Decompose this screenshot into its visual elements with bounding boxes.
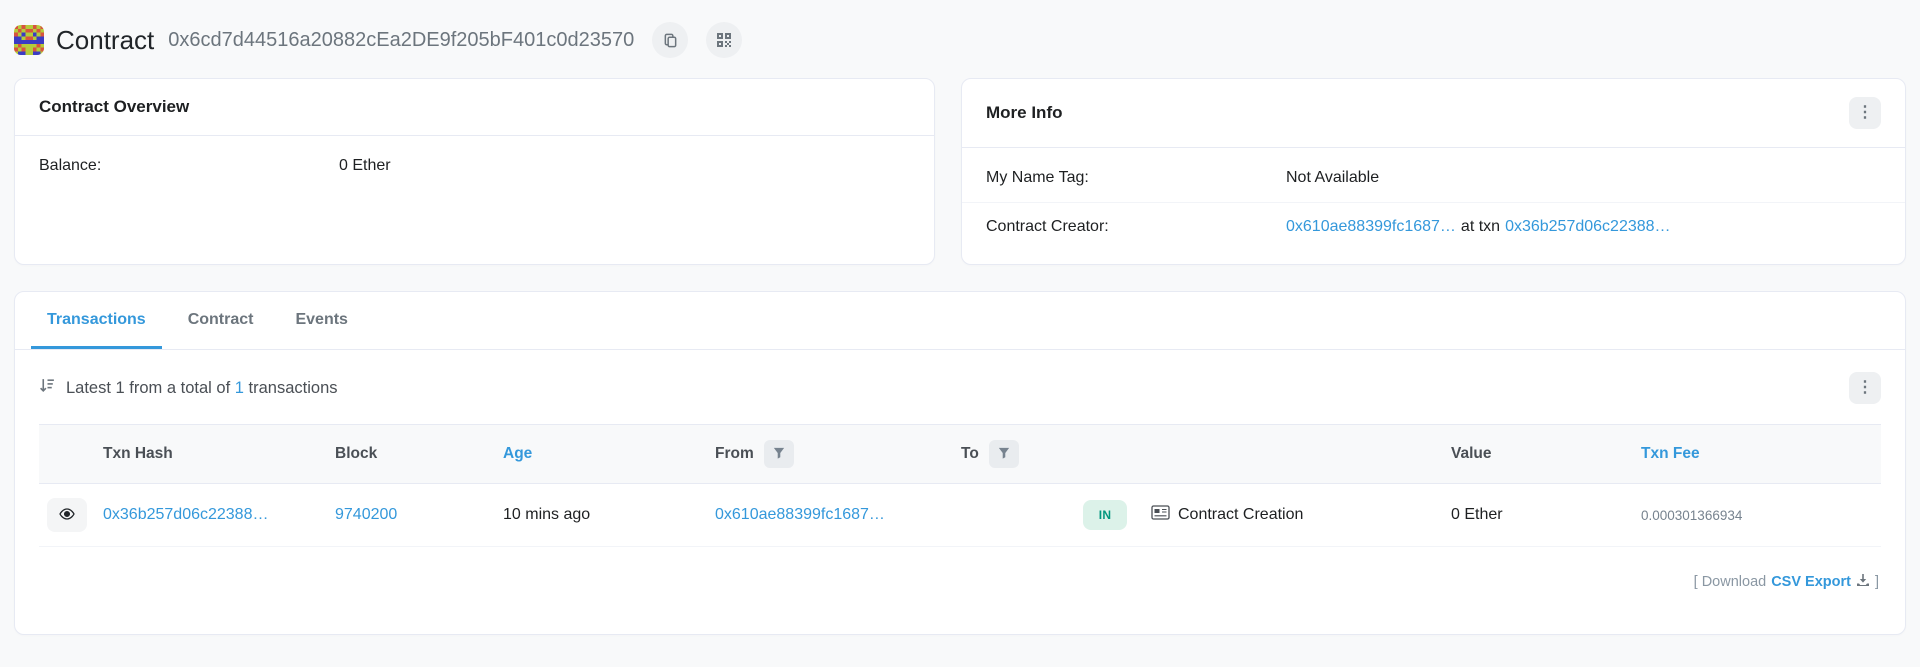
eye-icon xyxy=(59,508,75,523)
copy-icon xyxy=(663,33,678,48)
balance-value: 0 Ether xyxy=(339,157,391,175)
csv-export-link[interactable]: CSV Export xyxy=(1771,573,1870,591)
more-info-card: More Info ⋮ My Name Tag: Not Available C… xyxy=(961,78,1906,265)
to-filter-button[interactable] xyxy=(989,440,1019,468)
copy-address-button[interactable] xyxy=(652,22,688,58)
transactions-menu-button[interactable]: ⋮ xyxy=(1849,372,1881,404)
tab-events[interactable]: Events xyxy=(279,292,363,349)
summary-suffix: transactions xyxy=(249,379,338,397)
kebab-icon: ⋮ xyxy=(1857,105,1873,121)
balance-label: Balance: xyxy=(39,157,339,175)
contract-address: 0x6cd7d44516a20882cEa2DE9f205bF401c0d235… xyxy=(168,29,634,52)
balance-row: Balance: 0 Ether xyxy=(15,142,934,190)
col-value: Value xyxy=(1443,430,1633,478)
col-to-label: To xyxy=(961,445,979,463)
transaction-row: 0x36b257d06c22388… 9740200 10 mins ago 0… xyxy=(39,484,1881,547)
col-block: Block xyxy=(327,430,495,478)
to-value: Contract Creation xyxy=(1178,506,1303,524)
from-filter-button[interactable] xyxy=(764,440,794,468)
download-row: [ Download CSV Export ] xyxy=(39,573,1881,591)
creator-infix: at txn xyxy=(1461,218,1500,235)
more-info-header: More Info ⋮ xyxy=(962,79,1905,148)
name-tag-row: My Name Tag: Not Available xyxy=(962,154,1905,202)
more-info-title: More Info xyxy=(986,103,1063,123)
sort-amount-down-icon xyxy=(39,377,56,399)
tab-transactions[interactable]: Transactions xyxy=(31,292,162,349)
tab-bar: Transactions Contract Events xyxy=(15,292,1905,350)
col-from-label: From xyxy=(715,445,754,463)
more-info-menu-button[interactable]: ⋮ xyxy=(1849,97,1881,129)
cell-to: Contract Creation xyxy=(1143,491,1443,539)
transactions-summary-row: Latest 1 from a total of 1 transactions … xyxy=(39,372,1881,404)
blockie-icon xyxy=(14,25,44,55)
cell-age: 10 mins ago xyxy=(495,492,707,538)
creator-address-link[interactable]: 0x610ae88399fc1687… xyxy=(1286,218,1456,235)
row-actions xyxy=(39,484,95,546)
contract-creator-label: Contract Creator: xyxy=(986,218,1286,236)
transactions-content: Latest 1 from a total of 1 transactions … xyxy=(15,350,1905,591)
download-suffix: ] xyxy=(1875,574,1879,590)
kebab-icon: ⋮ xyxy=(1857,380,1873,396)
contract-overview-title: Contract Overview xyxy=(39,97,189,117)
filter-funnel-icon xyxy=(773,447,785,462)
page-header: Contract 0x6cd7d44516a20882cEa2DE9f205bF… xyxy=(0,0,1920,74)
from-address-link[interactable]: 0x610ae88399fc1687… xyxy=(715,506,885,524)
transactions-summary: Latest 1 from a total of 1 transactions xyxy=(39,377,338,399)
contract-overview-header: Contract Overview xyxy=(15,79,934,136)
qr-code-button[interactable] xyxy=(706,22,742,58)
age-toggle-link[interactable]: Age xyxy=(503,445,532,463)
direction-in-badge: IN xyxy=(1083,500,1127,530)
cell-block: 9740200 xyxy=(327,492,495,538)
cell-from: 0x610ae88399fc1687… xyxy=(707,492,1075,538)
header-spacer xyxy=(39,439,95,469)
col-age: Age xyxy=(495,430,707,478)
filter-funnel-icon xyxy=(998,447,1010,462)
transactions-table-header: Txn Hash Block Age From To xyxy=(39,424,1881,484)
more-info-body: My Name Tag: Not Available Contract Crea… xyxy=(962,148,1905,257)
summary-prefix: Latest 1 from a total of xyxy=(66,379,230,397)
contract-overview-body: Balance: 0 Ether xyxy=(15,136,934,196)
name-tag-label: My Name Tag: xyxy=(986,169,1286,187)
page-title: Contract xyxy=(56,25,154,56)
col-txn-hash: Txn Hash xyxy=(95,430,327,478)
tab-contract[interactable]: Contract xyxy=(172,292,270,349)
top-cards-row: Contract Overview Balance: 0 Ether More … xyxy=(14,78,1906,265)
contract-creator-row: Contract Creator: 0x610ae88399fc1687… at … xyxy=(962,202,1905,251)
transactions-card: Transactions Contract Events Latest 1 fr… xyxy=(14,291,1906,635)
download-prefix: [ Download xyxy=(1694,574,1767,590)
block-link[interactable]: 9740200 xyxy=(335,506,397,524)
col-to: To xyxy=(953,425,1443,483)
view-txn-details-button[interactable] xyxy=(47,498,87,532)
txn-fee-toggle-link[interactable]: Txn Fee xyxy=(1641,445,1700,463)
contract-overview-card: Contract Overview Balance: 0 Ether xyxy=(14,78,935,265)
cell-value: 0 Ether xyxy=(1443,492,1633,538)
col-txn-fee: Txn Fee xyxy=(1633,430,1881,478)
contract-creator-value: 0x610ae88399fc1687… at txn 0x36b257d06c223… xyxy=(1286,218,1671,236)
txn-hash-link[interactable]: 0x36b257d06c22388… xyxy=(103,506,268,524)
cell-txn-hash: 0x36b257d06c22388… xyxy=(95,492,327,538)
summary-count-link[interactable]: 1 xyxy=(235,379,244,397)
name-tag-value: Not Available xyxy=(1286,169,1379,187)
summary-text: Latest 1 from a total of 1 transactions xyxy=(66,379,338,398)
contract-identicon xyxy=(14,25,44,55)
cell-txn-fee: 0.000301366934 xyxy=(1633,494,1881,537)
contract-note-icon xyxy=(1151,505,1170,525)
cell-direction: IN xyxy=(1075,486,1143,544)
csv-export-label: CSV Export xyxy=(1771,574,1851,590)
download-icon xyxy=(1856,573,1870,591)
qr-code-icon xyxy=(717,33,731,47)
creator-txn-link[interactable]: 0x36b257d06c22388… xyxy=(1505,218,1670,235)
